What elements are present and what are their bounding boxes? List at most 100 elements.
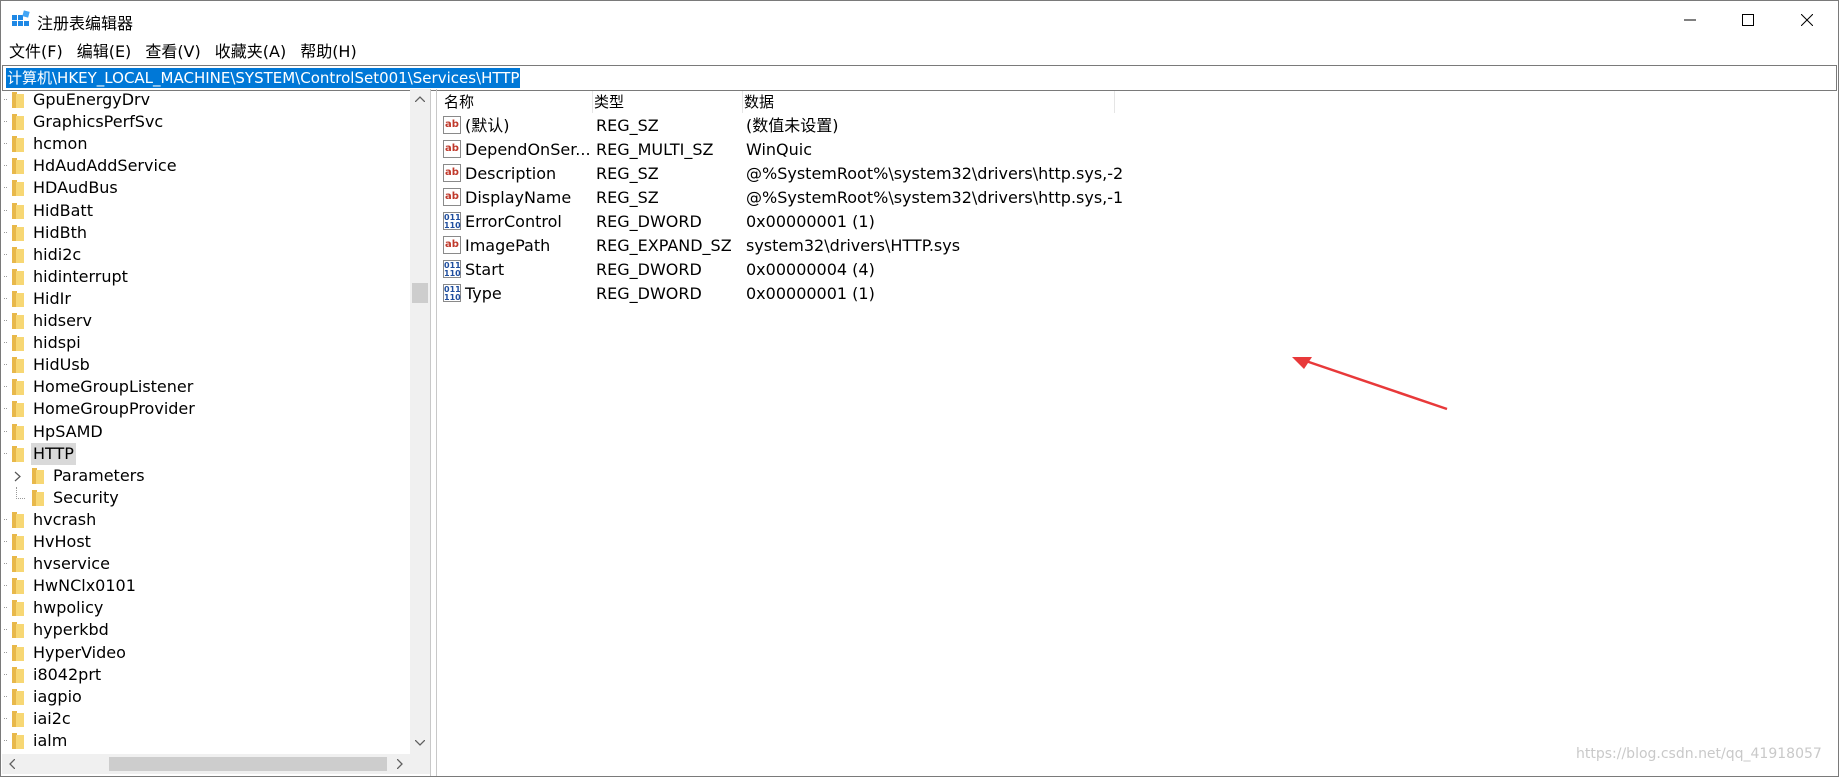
address-bar[interactable]: 计算机\HKEY_LOCAL_MACHINE\SYSTEM\ControlSet… <box>2 65 1837 91</box>
value-row[interactable]: ab Description REG_SZ @%SystemRoot%\system3… <box>437 162 1437 186</box>
tree-item-label: hvcrash <box>33 509 97 529</box>
tree-item[interactable]: hwpolicy <box>2 597 410 619</box>
tree-item[interactable]: GpuEnergyDrv <box>2 89 410 111</box>
tree-item[interactable]: HidBatt <box>2 200 410 222</box>
folder-icon <box>12 666 24 683</box>
folder-icon <box>12 313 24 329</box>
folder-icon <box>12 534 24 550</box>
menu-edit[interactable]: 编辑(E) <box>70 40 139 64</box>
tree-connector <box>4 99 7 100</box>
value-row[interactable]: ab ImagePath REG_EXPAND_SZ system32\drivers… <box>437 234 1437 258</box>
scroll-up-button[interactable] <box>410 89 430 109</box>
tree-item[interactable]: Parameters <box>2 465 410 487</box>
menu-file[interactable]: 文件(F) <box>1 40 70 64</box>
minimize-button[interactable] <box>1661 1 1719 39</box>
value-type: REG_MULTI_SZ <box>596 140 714 159</box>
menu-help[interactable]: 帮助(H) <box>293 40 364 64</box>
value-row[interactable]: ab (默认) REG_SZ (数值未设置) <box>437 114 1437 138</box>
tree-item[interactable]: hidi2c <box>2 244 410 266</box>
menu-favorites[interactable]: 收藏夹(A) <box>208 40 293 64</box>
folder-icon <box>12 688 24 705</box>
tree-item[interactable]: hidinterrupt <box>2 266 410 288</box>
tree-item[interactable]: HidUsb <box>2 354 410 376</box>
value-row[interactable]: 011 110 Type REG_DWORD 0x00000001 (1) <box>437 282 1437 306</box>
value-name: Start <box>465 260 505 279</box>
tree-connector <box>4 452 7 454</box>
tree-item[interactable]: HomeGroupProvider <box>2 398 410 420</box>
tree-item[interactable]: HyperVideo <box>2 642 410 664</box>
tree-connector <box>4 563 7 565</box>
tree-item[interactable]: GraphicsPerfSvc <box>2 111 410 133</box>
folder-icon <box>12 710 24 727</box>
tree-item[interactable]: hvservice <box>2 553 410 575</box>
vertical-scroll-thumb[interactable] <box>412 283 428 303</box>
close-icon <box>1801 14 1813 26</box>
string-value-icon: ab <box>443 236 461 254</box>
tree-vertical-scrollbar[interactable] <box>410 89 430 754</box>
folder-icon <box>32 467 44 484</box>
folder-icon <box>12 180 24 197</box>
value-row[interactable]: 011 110 ErrorControl REG_DWORD 0x00000001 (1… <box>437 210 1437 234</box>
tree-connector <box>4 717 7 719</box>
tree-item[interactable]: HidBth <box>2 222 410 244</box>
tree-item[interactable]: HTTP <box>2 442 410 465</box>
folder-icon <box>12 732 24 749</box>
tree-item[interactable]: Security <box>2 486 410 509</box>
value-row[interactable]: 011 110 Start REG_DWORD 0x00000004 (4) <box>437 258 1437 282</box>
tree-item[interactable]: HwNClx0101 <box>2 575 410 597</box>
folder-icon <box>12 158 24 175</box>
tree-item[interactable]: HvHost <box>2 531 410 553</box>
value-data: @%SystemRoot%\system32\drivers\http.sys,… <box>746 188 1124 207</box>
string-value-icon: ab <box>443 188 461 206</box>
value-type: REG_SZ <box>596 164 659 183</box>
tree-item[interactable]: HidIr <box>2 288 410 310</box>
tree-connector <box>4 143 7 145</box>
scroll-left-button[interactable] <box>2 754 22 774</box>
tree-connector <box>4 364 7 366</box>
tree-connector <box>4 695 7 697</box>
value-row[interactable]: ab DependOnSer... REG_MULTI_SZ WinQuic <box>437 138 1437 162</box>
tree-horizontal-scrollbar[interactable] <box>2 754 410 774</box>
tree-item[interactable]: hcmon <box>2 133 410 155</box>
maximize-icon <box>1742 14 1754 26</box>
value-data: (数值未设置) <box>746 116 839 135</box>
tree-item[interactable]: HomeGroupListener <box>2 376 410 398</box>
tree-item[interactable]: hvcrash <box>2 509 410 531</box>
tree-item-label: HidUsb <box>33 355 90 375</box>
close-button[interactable] <box>1778 1 1836 39</box>
tree-item-label: HidIr <box>33 288 71 308</box>
column-header-name[interactable]: 名称 <box>444 91 593 113</box>
value-name: (默认) <box>465 116 510 135</box>
address-path[interactable]: 计算机\HKEY_LOCAL_MACHINE\SYSTEM\ControlSet… <box>6 68 521 88</box>
value-type: REG_SZ <box>596 116 659 135</box>
tree-item[interactable]: hidserv <box>2 310 410 332</box>
scroll-right-button[interactable] <box>390 754 410 774</box>
tree-item-label: hyperkbd <box>33 620 109 640</box>
tree-item[interactable]: hidspi <box>2 332 410 354</box>
folder-icon <box>12 335 24 352</box>
tree-item-label: HdAudAddService <box>33 156 177 176</box>
tree-item[interactable]: hyperkbd <box>2 619 410 641</box>
tree-item[interactable]: HDAudBus <box>2 177 410 199</box>
tree-item[interactable]: ialm <box>2 730 410 752</box>
scroll-down-button[interactable] <box>410 733 430 753</box>
value-name: Type <box>465 284 502 303</box>
tree-item-label: HvHost <box>33 532 91 551</box>
column-header-type[interactable]: 类型 <box>594 91 743 113</box>
horizontal-scroll-thumb[interactable] <box>109 757 387 771</box>
tree-item[interactable]: HpSAMD <box>2 421 410 443</box>
maximize-button[interactable] <box>1719 1 1777 39</box>
value-type: REG_DWORD <box>596 260 702 279</box>
registry-editor-window: 注册表编辑器 文件(F) 编辑(E) 查看(V) 收藏夹(A) 帮助(H) 计算… <box>0 0 1839 777</box>
tree-item-label: Parameters <box>53 465 145 485</box>
column-header-data[interactable]: 数据 <box>744 91 1115 113</box>
tree-item[interactable]: iai2c <box>2 708 410 730</box>
tree-connector <box>4 386 7 388</box>
value-row[interactable]: ab DisplayName REG_SZ @%SystemRoot%\system3… <box>437 186 1437 210</box>
menu-view[interactable]: 查看(V) <box>138 40 207 64</box>
folder-icon <box>12 644 24 661</box>
expand-chevron-icon[interactable] <box>14 465 26 487</box>
tree-item[interactable]: iagpio <box>2 686 410 708</box>
tree-item[interactable]: HdAudAddService <box>2 155 410 177</box>
tree-item[interactable]: i8042prt <box>2 664 410 686</box>
